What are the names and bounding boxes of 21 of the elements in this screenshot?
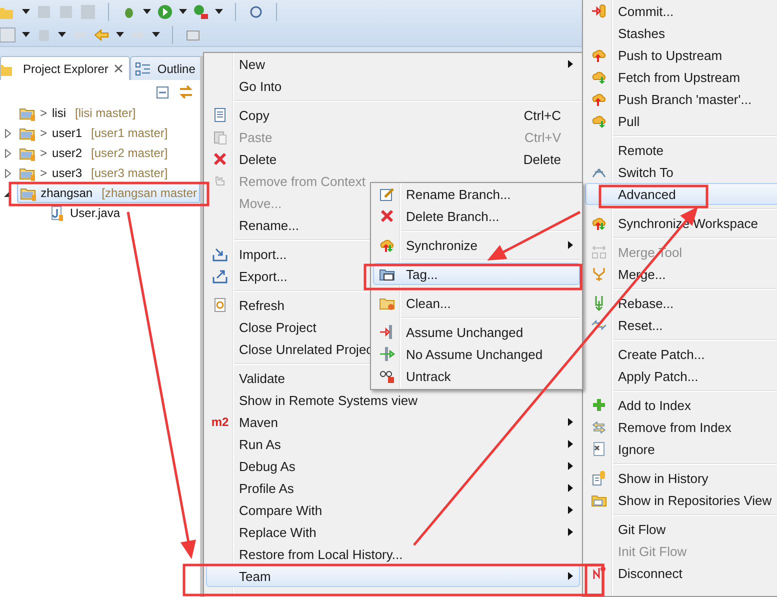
branch-label: [lisi master]: [75, 106, 136, 120]
item-name: user3: [52, 166, 82, 180]
branch-label: [user3 master]: [91, 166, 168, 180]
dirty-marker: >: [40, 126, 48, 140]
tab-label: Outline: [157, 62, 196, 76]
shortcut: Ctrl+C: [522, 108, 561, 122]
item-name: lisi: [52, 106, 66, 120]
maven-label: m2: [211, 415, 229, 429]
item-name: zhangsan: [40, 186, 93, 200]
dirty-marker: >: [40, 146, 48, 160]
branch-label: [user1 master]: [91, 126, 168, 140]
branch-label: [user2 master]: [91, 146, 168, 160]
tab-label: Project Explorer: [23, 62, 108, 76]
dirty-marker: >: [40, 166, 48, 180]
shortcut: Ctrl+V: [524, 130, 561, 144]
item-name: User.java: [70, 206, 120, 220]
branch-label: [zhangsan master: [102, 186, 197, 200]
shortcut: Delete: [522, 152, 561, 166]
item-name: user2: [52, 146, 82, 160]
dirty-marker: >: [40, 106, 48, 120]
item-name: user1: [52, 126, 82, 140]
